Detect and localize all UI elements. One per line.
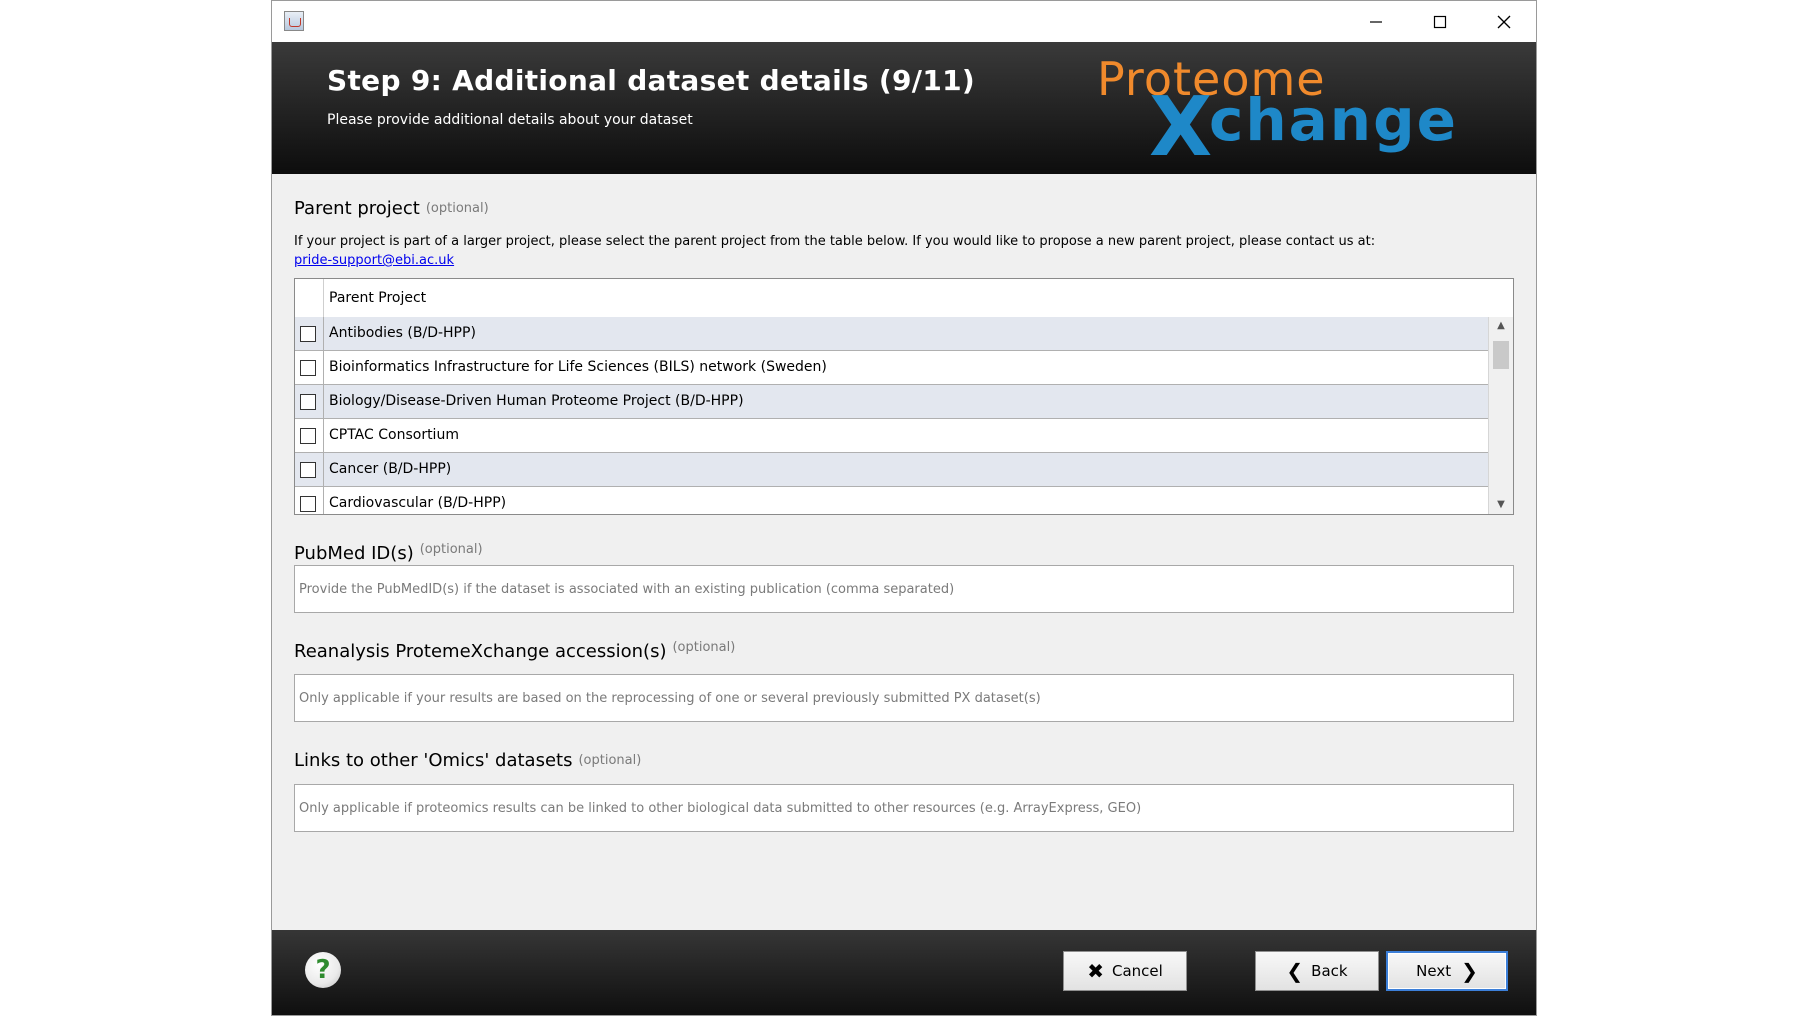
pubmed-id-field[interactable] <box>294 565 1514 613</box>
table-row[interactable]: Biology/Disease-Driven Human Proteome Pr… <box>295 385 1490 419</box>
back-label: Back <box>1311 962 1348 980</box>
back-button[interactable]: ❮ Back <box>1255 951 1379 991</box>
pubmed-title: PubMed ID(s) <box>294 543 414 564</box>
help-glyph: ? <box>315 955 331 985</box>
description-text: If your project is part of a larger proj… <box>294 234 1376 249</box>
step-subtitle: Please provide additional details about … <box>327 112 693 128</box>
omics-heading: Links to other 'Omics' datasets (optional… <box>294 750 641 771</box>
scroll-thumb[interactable] <box>1493 341 1509 369</box>
title-bar <box>272 1 1536 42</box>
reanalysis-title: Reanalysis ProtemeXchange accession(s) <box>294 641 667 662</box>
row-label: Antibodies (B/D-HPP) <box>329 325 476 341</box>
maximize-icon <box>1433 15 1447 28</box>
wizard-window: Step 9: Additional dataset details (9/11… <box>271 0 1537 1016</box>
logo-change-text: change <box>1209 86 1458 154</box>
table-row[interactable]: CPTAC Consortium <box>295 419 1490 453</box>
help-icon[interactable]: ? <box>305 952 341 988</box>
pubmed-id-input[interactable] <box>295 566 1513 612</box>
minimize-icon <box>1370 20 1382 23</box>
omics-links-input[interactable] <box>295 785 1513 831</box>
optional-tag: (optional) <box>672 640 736 655</box>
row-checkbox[interactable] <box>300 360 316 376</box>
minimize-button[interactable] <box>1344 1 1408 42</box>
table-scrollbar[interactable]: ▲ ▼ <box>1488 317 1513 514</box>
chevron-left-icon: ❮ <box>1286 959 1304 983</box>
row-label: CPTAC Consortium <box>329 427 459 443</box>
row-label: Bioinformatics Infrastructure for Life S… <box>329 359 827 375</box>
row-checkbox[interactable] <box>300 428 316 444</box>
scroll-down-icon[interactable]: ▼ <box>1489 496 1513 514</box>
optional-tag: (optional) <box>578 753 642 768</box>
row-label: Biology/Disease-Driven Human Proteome Pr… <box>329 393 744 409</box>
next-button[interactable]: Next ❯ <box>1386 951 1508 991</box>
step-title: Step 9: Additional dataset details (9/11… <box>327 64 976 97</box>
column-header-parent-project[interactable]: Parent Project <box>329 290 426 306</box>
close-icon <box>1497 15 1511 28</box>
close-window-button[interactable] <box>1472 1 1536 42</box>
table-row[interactable]: Antibodies (B/D-HPP) <box>295 317 1490 351</box>
parent-project-table: Parent Project Antibodies (B/D-HPP) Bioi… <box>294 278 1514 515</box>
row-checkbox[interactable] <box>300 394 316 410</box>
optional-tag: (optional) <box>425 201 489 216</box>
checkbox-column-header <box>295 279 324 317</box>
table-row[interactable]: Bioinformatics Infrastructure for Life S… <box>295 351 1490 385</box>
parent-project-heading: Parent project (optional) <box>294 198 489 219</box>
row-checkbox[interactable] <box>300 496 316 512</box>
table-row[interactable]: Cardiovascular (B/D-HPP) <box>295 487 1490 514</box>
parent-project-title: Parent project <box>294 198 420 219</box>
cancel-button[interactable]: ✖ Cancel <box>1063 951 1187 991</box>
omics-title: Links to other 'Omics' datasets <box>294 750 573 771</box>
java-app-icon <box>284 11 304 31</box>
next-label: Next <box>1416 962 1452 980</box>
proteomexchange-logo: Proteome X change <box>1097 52 1527 175</box>
table-row[interactable]: Cancer (B/D-HPP) <box>295 453 1490 487</box>
optional-tag: (optional) <box>419 542 483 557</box>
logo-x-letter: X <box>1149 80 1213 175</box>
reanalysis-accession-input[interactable] <box>295 675 1513 721</box>
wizard-footer: ? ✖ Cancel ❮ Back Next ❯ <box>272 930 1536 1015</box>
cancel-label: Cancel <box>1111 962 1163 980</box>
wizard-content: Parent project (optional) If your project… <box>272 174 1536 930</box>
support-email-link[interactable]: pride-support@ebi.ac.uk <box>294 253 454 268</box>
omics-links-field[interactable] <box>294 784 1514 832</box>
cancel-x-icon: ✖ <box>1087 959 1104 983</box>
maximize-button[interactable] <box>1408 1 1472 42</box>
parent-project-description: If your project is part of a larger proj… <box>294 232 1524 270</box>
reanalysis-heading: Reanalysis ProtemeXchange accession(s) (o… <box>294 640 735 662</box>
chevron-right-icon: ❯ <box>1461 959 1478 983</box>
reanalysis-accession-field[interactable] <box>294 674 1514 722</box>
row-checkbox[interactable] <box>300 462 316 478</box>
row-label: Cancer (B/D-HPP) <box>329 461 452 477</box>
wizard-header: Step 9: Additional dataset details (9/11… <box>272 42 1536 175</box>
row-checkbox[interactable] <box>300 326 316 342</box>
scroll-up-icon[interactable]: ▲ <box>1489 317 1513 335</box>
pubmed-heading: PubMed ID(s) (optional) <box>294 542 483 564</box>
row-label: Cardiovascular (B/D-HPP) <box>329 495 507 511</box>
table-header: Parent Project <box>295 279 1490 318</box>
